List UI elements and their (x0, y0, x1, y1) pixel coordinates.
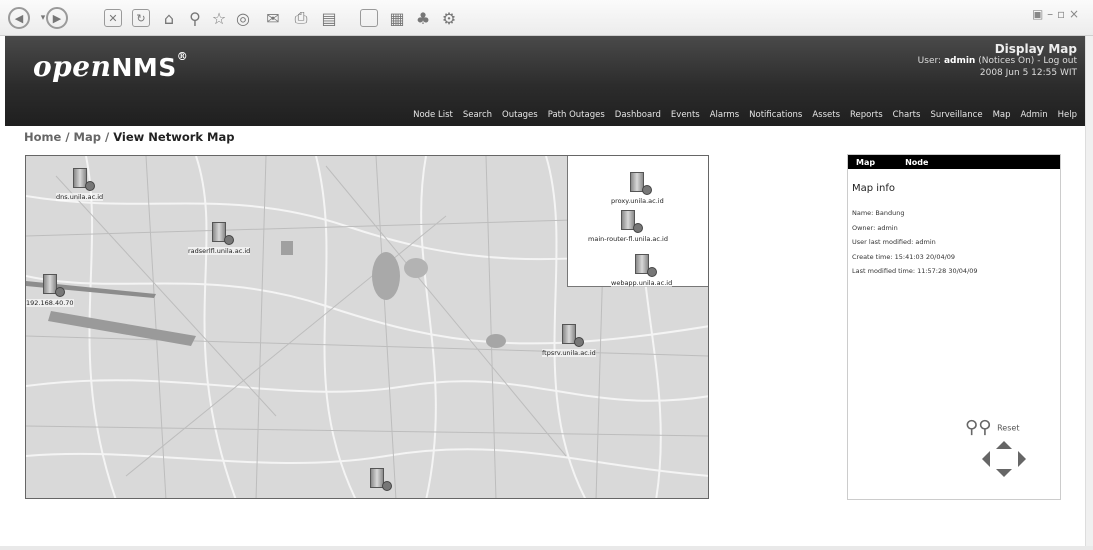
map-node[interactable]: webapp.unila.ac.id (611, 254, 673, 287)
favorites-icon[interactable]: ☆ (208, 7, 230, 29)
map-info-details: Name: Bandung Owner: admin User last mod… (852, 206, 1060, 279)
stop-icon[interactable]: ✕ (104, 9, 122, 27)
history-icon[interactable]: ◎ (232, 7, 254, 29)
map-node[interactable] (370, 468, 392, 493)
scrollbar[interactable] (1085, 36, 1093, 550)
map-modified-by: User last modified: admin (852, 238, 936, 246)
server-icon (72, 168, 95, 191)
map-owner: Owner: admin (852, 223, 898, 232)
node-label: 192.168.40.70 (26, 299, 74, 307)
server-icon (630, 172, 653, 195)
map-node[interactable]: main-router-fl.unila.ac.id (588, 210, 668, 243)
page-title: Display Map (994, 42, 1077, 56)
reset-button[interactable]: Reset (997, 424, 1019, 433)
nav-search[interactable]: Search (463, 110, 492, 120)
nav-assets[interactable]: Assets (812, 110, 840, 120)
status-bar (0, 546, 1093, 550)
header-user-info: Display Map User: admin (Notices On) - L… (917, 42, 1077, 78)
app-header: openNMS® Display Map User: admin (Notice… (5, 36, 1087, 126)
pan-up-icon[interactable] (996, 441, 1012, 449)
research-icon[interactable]: ♣ (412, 7, 434, 29)
breadcrumb-separator: / (65, 130, 70, 144)
network-map[interactable]: dns.unila.ac.id radserlfl.unila.ac.id 19… (25, 155, 709, 499)
nav-reports[interactable]: Reports (850, 110, 883, 120)
logout-link[interactable]: Log out (1043, 56, 1077, 66)
notices-link[interactable]: (Notices On) (978, 56, 1034, 66)
server-icon (634, 254, 657, 277)
map-modified-time: Last modified time: 11:57:28 30/04/09 (852, 267, 978, 275)
nav-path-outages[interactable]: Path Outages (548, 110, 605, 120)
header-datetime: 2008 Jun 5 12:55 WIT (979, 68, 1077, 78)
nav-outages[interactable]: Outages (502, 110, 538, 120)
map-info-title: Map info (852, 183, 896, 194)
breadcrumb-home[interactable]: Home (24, 130, 61, 144)
logo-bold: NMS (111, 53, 177, 82)
node-label: radserlfl.unila.ac.id (188, 247, 251, 255)
logo-word: open (33, 50, 112, 83)
opennms-logo[interactable]: openNMS® (33, 50, 188, 83)
node-label: ftpsrv.unila.ac.id (542, 349, 596, 357)
tab-map[interactable]: Map (856, 158, 875, 167)
tools-icon[interactable]: ⚙ (438, 7, 460, 29)
window-controls-icon[interactable]: ▣ – ▫ × (1032, 7, 1079, 21)
back-icon[interactable]: ◀ (8, 7, 30, 29)
tab-node[interactable]: Node (905, 158, 928, 167)
map-node[interactable]: ftpsrv.unila.ac.id (542, 324, 596, 357)
pan-down-icon[interactable] (996, 469, 1012, 477)
user-label: User: (917, 56, 942, 66)
browser-toolbar: ◀ ▾ ▶ ✕ ↻ ⌂ ⚲ ☆ ◎ ✉ ⎙ ▤ ▦ ♣ ⚙ ▣ – ▫ × (0, 0, 1093, 36)
logo-mark: ® (176, 50, 189, 63)
node-label: main-router-fl.unila.ac.id (588, 235, 668, 243)
breadcrumb-separator: / (105, 130, 110, 144)
breadcrumb: Home / Map / View Network Map (24, 130, 235, 144)
nav-admin[interactable]: Admin (1021, 110, 1048, 120)
zoom-in-icon[interactable]: ⚲ (978, 417, 991, 438)
refresh-icon[interactable]: ↻ (132, 9, 150, 27)
nav-events[interactable]: Events (671, 110, 700, 120)
server-icon (620, 210, 643, 233)
nav-map[interactable]: Map (993, 110, 1011, 120)
nav-dashboard[interactable]: Dashboard (615, 110, 661, 120)
server-icon (561, 324, 584, 347)
nav-charts[interactable]: Charts (893, 110, 921, 120)
discuss-icon[interactable] (360, 9, 378, 27)
map-node[interactable]: 192.168.40.70 (26, 274, 74, 307)
nav-node-list[interactable]: Node List (413, 110, 453, 120)
pan-left-icon[interactable] (982, 451, 990, 467)
main-nav: Node List Search Outages Path Outages Da… (5, 110, 1087, 120)
print-icon[interactable]: ⎙ (290, 7, 312, 29)
map-node[interactable]: dns.unila.ac.id (56, 168, 104, 201)
search-icon[interactable]: ⚲ (184, 7, 206, 29)
map-info-panel: Map Node Map info Name: Bandung Owner: a… (847, 154, 1061, 500)
home-icon[interactable]: ⌂ (158, 7, 180, 29)
pan-right-icon[interactable] (1018, 451, 1026, 467)
messenger-icon[interactable]: ▦ (386, 7, 408, 29)
nav-alarms[interactable]: Alarms (710, 110, 739, 120)
panel-tabs: Map Node (848, 155, 1060, 169)
nav-notifications[interactable]: Notifications (749, 110, 802, 120)
zoom-out-icon[interactable]: ⚲ (965, 417, 978, 438)
map-node[interactable]: proxy.unila.ac.id (611, 172, 664, 205)
edit-icon[interactable]: ▤ (318, 7, 340, 29)
nav-help[interactable]: Help (1058, 110, 1077, 120)
breadcrumb-current: View Network Map (113, 130, 235, 144)
map-node[interactable]: radserlfl.unila.ac.id (188, 222, 251, 255)
forward-icon[interactable]: ▶ (46, 7, 68, 29)
map-name: Name: Bandung (852, 209, 905, 217)
map-create-time: Create time: 15:41:03 20/04/09 (852, 252, 956, 261)
node-label: webapp.unila.ac.id (611, 279, 673, 287)
pan-controls (982, 441, 1026, 477)
server-icon (370, 468, 392, 491)
server-icon (42, 274, 65, 297)
server-icon (212, 222, 235, 245)
mail-icon[interactable]: ✉ (262, 7, 284, 29)
user-name: admin (943, 56, 976, 66)
breadcrumb-map[interactable]: Map (74, 130, 101, 144)
node-label: dns.unila.ac.id (56, 193, 104, 201)
zoom-controls: ⚲⚲ Reset (965, 417, 1019, 438)
nav-surveillance[interactable]: Surveillance (930, 110, 982, 120)
node-label: proxy.unila.ac.id (611, 197, 664, 205)
